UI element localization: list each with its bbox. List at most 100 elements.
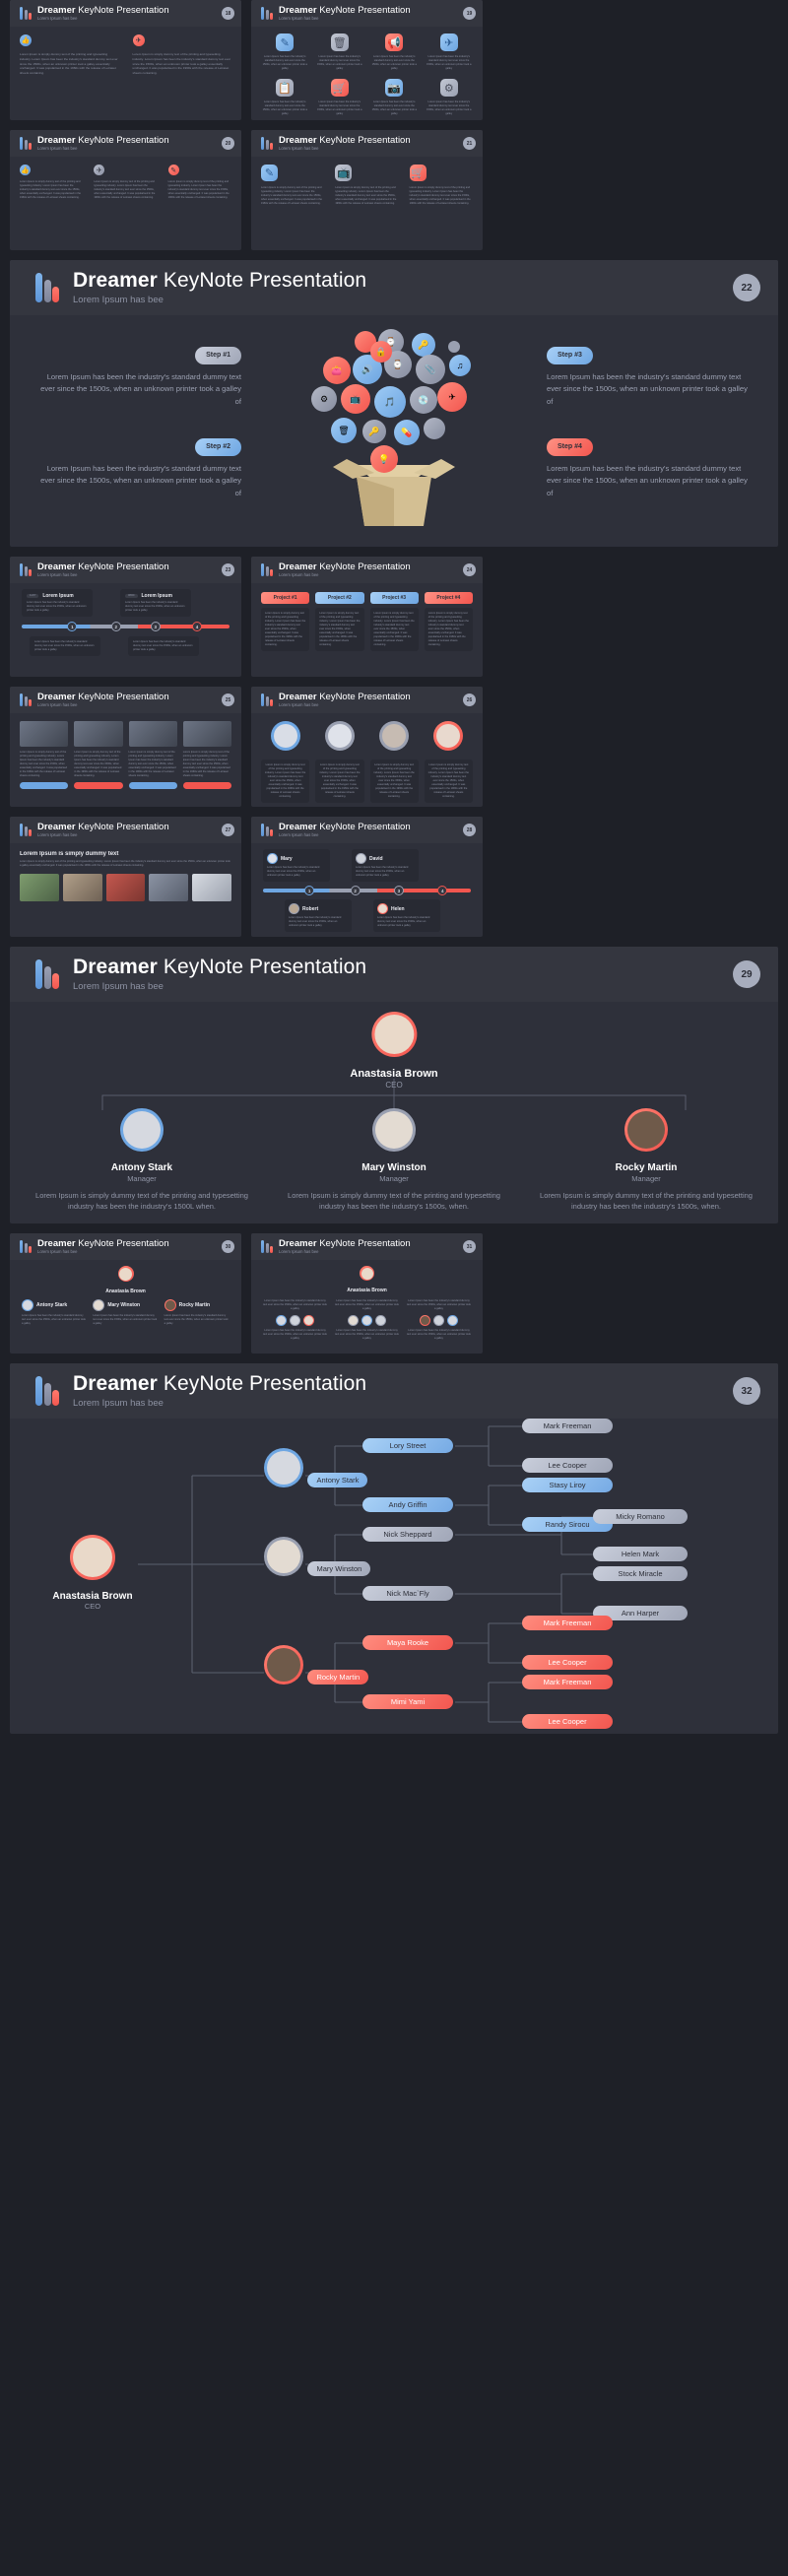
- org-node-manager[interactable]: Antony Stark Lorem Ipsum has been the in…: [22, 1299, 87, 1326]
- timeline-dot[interactable]: 4: [437, 886, 448, 896]
- brand-logo-icon: [20, 1240, 32, 1253]
- slide-thumbnail-18[interactable]: Dreamer KeyNote Presentation Lorem Ipsum…: [10, 0, 241, 120]
- org-node-ceo[interactable]: Anastasia Brown: [22, 1266, 230, 1294]
- timeline-dot[interactable]: 4: [192, 622, 203, 632]
- read-more-button[interactable]: [20, 782, 69, 790]
- feature-text: Lorem Ipsum is simply dummy text of the …: [20, 52, 118, 76]
- tree-manager-node[interactable]: Mary Winston: [264, 1537, 371, 1581]
- brand-title-rest: KeyNote Presentation: [316, 821, 411, 832]
- slide-thumbnail-21[interactable]: Dreamer KeyNote Presentation Lorem Ipsum…: [251, 130, 483, 250]
- timeline-dot[interactable]: 1: [304, 886, 315, 896]
- org-node-manager[interactable]: Mary Winston Manager Lorem Ipsum is simp…: [274, 1108, 514, 1213]
- org-node-ceo[interactable]: Anastasia Brown: [263, 1266, 471, 1293]
- tree-leaf-label[interactable]: Lee Cooper: [522, 1458, 613, 1473]
- tree-node-label[interactable]: Maya Rooke: [362, 1635, 453, 1650]
- timeline-dot[interactable]: 3: [150, 622, 161, 632]
- slide-thumbnail-27[interactable]: Dreamer KeyNote Presentation Lorem Ipsum…: [10, 817, 241, 937]
- project-card[interactable]: Project #3 Lorem Ipsum is simply dummy t…: [369, 592, 419, 669]
- org-node-manager[interactable]: Lorem Ipsum has been the industry's stan…: [263, 1299, 327, 1341]
- read-more-button[interactable]: [182, 782, 231, 790]
- read-more-button[interactable]: [74, 782, 123, 790]
- brand-title-rest: KeyNote Presentation: [157, 956, 367, 979]
- project-card[interactable]: Project #2 Lorem Ipsum is simply dummy t…: [315, 592, 364, 669]
- slide-featured-32[interactable]: Dreamer KeyNote Presentation Lorem Ipsum…: [10, 1363, 778, 1734]
- org-node-manager[interactable]: Antony Stark Manager Lorem Ipsum is simp…: [22, 1108, 262, 1213]
- timeline-dot[interactable]: 2: [110, 622, 121, 632]
- org-node-manager[interactable]: Rocky Martin Manager Lorem Ipsum is simp…: [526, 1108, 766, 1213]
- tree-leaf-label[interactable]: Helen Mark: [593, 1547, 688, 1561]
- slide-thumbnail-23[interactable]: Dreamer KeyNote Presentation Lorem Ipsum…: [10, 557, 241, 677]
- brand-title-bold: Dreamer: [37, 561, 76, 572]
- org-node-ceo[interactable]: Anastasia Brown CEO: [350, 1012, 438, 1090]
- slide-thumbnail-28[interactable]: Dreamer KeyNote Presentation Lorem Ipsum…: [251, 817, 483, 937]
- slide-thumbnail-20[interactable]: Dreamer KeyNote Presentation Lorem Ipsum…: [10, 130, 241, 250]
- gallery-photo[interactable]: [62, 874, 102, 902]
- brand-title-rest: KeyNote Presentation: [316, 691, 411, 702]
- brand-subtitle: Lorem Ipsum has bee: [279, 701, 319, 707]
- timeline-dot[interactable]: 2: [350, 886, 361, 896]
- step-3-block: Step #3 Lorem Ipsum has been the industr…: [547, 347, 749, 408]
- tree-node-label[interactable]: Mimi Yami: [362, 1694, 453, 1709]
- step-1-label[interactable]: Step #1: [195, 347, 241, 364]
- step-3-label[interactable]: Step #3: [547, 347, 593, 364]
- org-node-manager[interactable]: Lorem Ipsum has been the industry's stan…: [407, 1299, 471, 1341]
- photo-card[interactable]: Lorem Ipsum is simply dummy text of the …: [128, 721, 177, 799]
- feature-text: Lorem Ipsum is simply dummy text of the …: [261, 186, 323, 206]
- tree-root-node[interactable]: Anastasia Brown CEO: [43, 1535, 142, 1611]
- tree-leaf-label[interactable]: Mark Freeman: [522, 1419, 613, 1433]
- photo-card[interactable]: Lorem Ipsum is simply dummy text of the …: [182, 721, 231, 799]
- slide-featured-29[interactable]: Dreamer KeyNote Presentation Lorem Ipsum…: [10, 947, 778, 1223]
- tree-node-label[interactable]: Nick Sheppard: [362, 1527, 453, 1542]
- gallery-photo[interactable]: [149, 874, 189, 902]
- slide-body: ✎ Lorem Ipsum has been the industry's st…: [251, 27, 483, 120]
- slide-body: 👍 Lorem Ipsum is simply dummy text of th…: [10, 157, 241, 250]
- slide-thumbnail-31[interactable]: Dreamer KeyNote Presentation Lorem Ipsum…: [251, 1233, 483, 1354]
- team-card[interactable]: Lorem Ipsum is simply dummy text of the …: [369, 721, 419, 804]
- tree-node-label[interactable]: Nick Mac`Fly: [362, 1586, 453, 1601]
- read-more-button[interactable]: [128, 782, 177, 790]
- tree-manager-node[interactable]: Antony Stark: [264, 1448, 368, 1492]
- step-4-label[interactable]: Step #4: [547, 438, 593, 456]
- person-card: David Lorem Ipsum has been the industry'…: [352, 849, 419, 883]
- slide-number-badge: 30: [222, 1240, 234, 1253]
- team-card[interactable]: Lorem Ipsum is simply dummy text of the …: [261, 721, 310, 804]
- timeline-dot[interactable]: 3: [393, 886, 404, 896]
- tree-node-label[interactable]: Lory Street: [362, 1438, 453, 1453]
- gallery-photo[interactable]: [20, 874, 59, 902]
- tree-leaf-label[interactable]: Micky Romano: [593, 1509, 688, 1524]
- slide-number-badge: 20: [222, 137, 234, 150]
- timeline-dot[interactable]: 1: [67, 622, 78, 632]
- tree-leaf-label[interactable]: Mark Freeman: [522, 1616, 613, 1630]
- brand-title-rest: KeyNote Presentation: [75, 134, 169, 146]
- tree-manager-node[interactable]: Rocky Martin: [264, 1645, 369, 1689]
- org-node-manager[interactable]: Lorem Ipsum has been the industry's stan…: [335, 1299, 399, 1341]
- tree-leaf-label[interactable]: Lee Cooper: [522, 1655, 613, 1670]
- org-node-manager[interactable]: Mary Winston Lorem Ipsum has been the in…: [93, 1299, 158, 1326]
- gallery-photo[interactable]: [192, 874, 231, 902]
- brand-title-rest: KeyNote Presentation: [75, 1237, 169, 1249]
- tree-leaf-label[interactable]: Stock Miracle: [593, 1566, 688, 1581]
- cart-icon: 🛒: [409, 165, 427, 181]
- project-card[interactable]: Project #1 Lorem Ipsum is simply dummy t…: [261, 592, 310, 669]
- slide-body: Anastasia Brown CEO Antony Stark Manager…: [10, 1002, 778, 1223]
- slide-featured-22[interactable]: Dreamer KeyNote Presentation Lorem Ipsum…: [10, 260, 778, 547]
- photo-card[interactable]: Lorem Ipsum is simply dummy text of the …: [74, 721, 123, 799]
- slide-thumbnail-19[interactable]: Dreamer KeyNote Presentation Lorem Ipsum…: [251, 0, 483, 120]
- brand-subtitle: Lorem Ipsum has bee: [73, 1397, 164, 1409]
- gallery-photo[interactable]: [105, 874, 146, 902]
- slide-thumbnail-30[interactable]: Dreamer KeyNote Presentation Lorem Ipsum…: [10, 1233, 241, 1354]
- photo-card[interactable]: Lorem Ipsum is simply dummy text of the …: [20, 721, 69, 799]
- slide-thumbnail-25[interactable]: Dreamer KeyNote Presentation Lorem Ipsum…: [10, 687, 241, 807]
- project-card[interactable]: Project #4 Lorem Ipsum is simply dummy t…: [424, 592, 473, 669]
- slide-thumbnail-26[interactable]: Dreamer KeyNote Presentation Lorem Ipsum…: [251, 687, 483, 807]
- tree-node-label[interactable]: Andy Griffin: [362, 1497, 453, 1512]
- tree-leaf-label[interactable]: Mark Freeman: [522, 1675, 613, 1689]
- team-card[interactable]: Lorem Ipsum is simply dummy text of the …: [424, 721, 473, 804]
- tree-leaf-label[interactable]: Stasy Liroy: [522, 1478, 613, 1492]
- slide-thumbnail-24[interactable]: Dreamer KeyNote Presentation Lorem Ipsum…: [251, 557, 483, 677]
- org-node-manager[interactable]: Rocky Martin Lorem Ipsum has been the in…: [164, 1299, 230, 1326]
- team-card[interactable]: Lorem Ipsum is simply dummy text of the …: [315, 721, 364, 804]
- tree-leaf-label[interactable]: Lee Cooper: [522, 1714, 613, 1729]
- step-2-label[interactable]: Step #2: [195, 438, 241, 456]
- org-node-name: Anastasia Brown: [347, 1288, 387, 1293]
